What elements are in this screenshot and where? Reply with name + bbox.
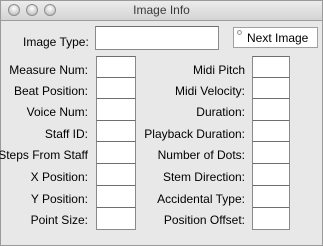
number-of-dots-label: Number of Dots: (157, 148, 245, 162)
staff-id-field[interactable] (96, 120, 136, 143)
x-position-label: X Position: (30, 170, 88, 184)
next-image-button[interactable]: Next Image (233, 27, 318, 48)
beat-position-field[interactable] (96, 77, 136, 100)
button-corner-icon (237, 30, 242, 35)
image-info-window: Image Info Image Type: Next Image Measur… (0, 0, 323, 246)
accidental-type-label: Accidental Type: (157, 192, 245, 206)
stem-direction-field[interactable] (252, 163, 290, 186)
midi-velocity-field[interactable] (252, 77, 290, 100)
accidental-type-field[interactable] (252, 185, 290, 208)
measure-num-label: Measure Num: (9, 63, 88, 77)
duration-label: Duration: (196, 105, 245, 119)
midi-velocity-label: Midi Velocity: (174, 84, 245, 98)
y-position-field[interactable] (96, 185, 136, 208)
x-position-field[interactable] (96, 163, 136, 186)
point-size-field[interactable] (96, 207, 136, 230)
staff-id-label: Staff ID: (44, 127, 88, 141)
steps-from-staff-field[interactable] (96, 141, 136, 164)
next-image-button-label: Next Image (247, 31, 309, 45)
duration-field[interactable] (252, 98, 290, 121)
beat-position-label: Beat Position: (13, 84, 88, 98)
playback-duration-label: Playback Duration: (144, 127, 245, 141)
window-title: Image Info (133, 3, 190, 17)
measure-num-field[interactable] (96, 56, 136, 79)
title-bar: Image Info (1, 1, 322, 21)
voice-num-field[interactable] (96, 98, 136, 121)
point-size-label: Point Size: (30, 213, 88, 227)
position-offset-label: Position Offset: (163, 213, 245, 227)
number-of-dots-field[interactable] (252, 141, 290, 164)
image-type-label: Image Type: (23, 35, 89, 49)
voice-num-label: Voice Num: (26, 105, 88, 119)
position-offset-field[interactable] (252, 207, 290, 230)
y-position-label: Y Position: (30, 192, 88, 206)
midi-pitch-field[interactable] (252, 56, 290, 79)
midi-pitch-label: Midi Pitch (192, 63, 245, 77)
playback-duration-field[interactable] (252, 120, 290, 143)
steps-from-staff-label: Steps From Staff (0, 148, 88, 162)
image-type-field[interactable] (95, 26, 219, 50)
stem-direction-label: Stem Direction: (162, 170, 245, 184)
